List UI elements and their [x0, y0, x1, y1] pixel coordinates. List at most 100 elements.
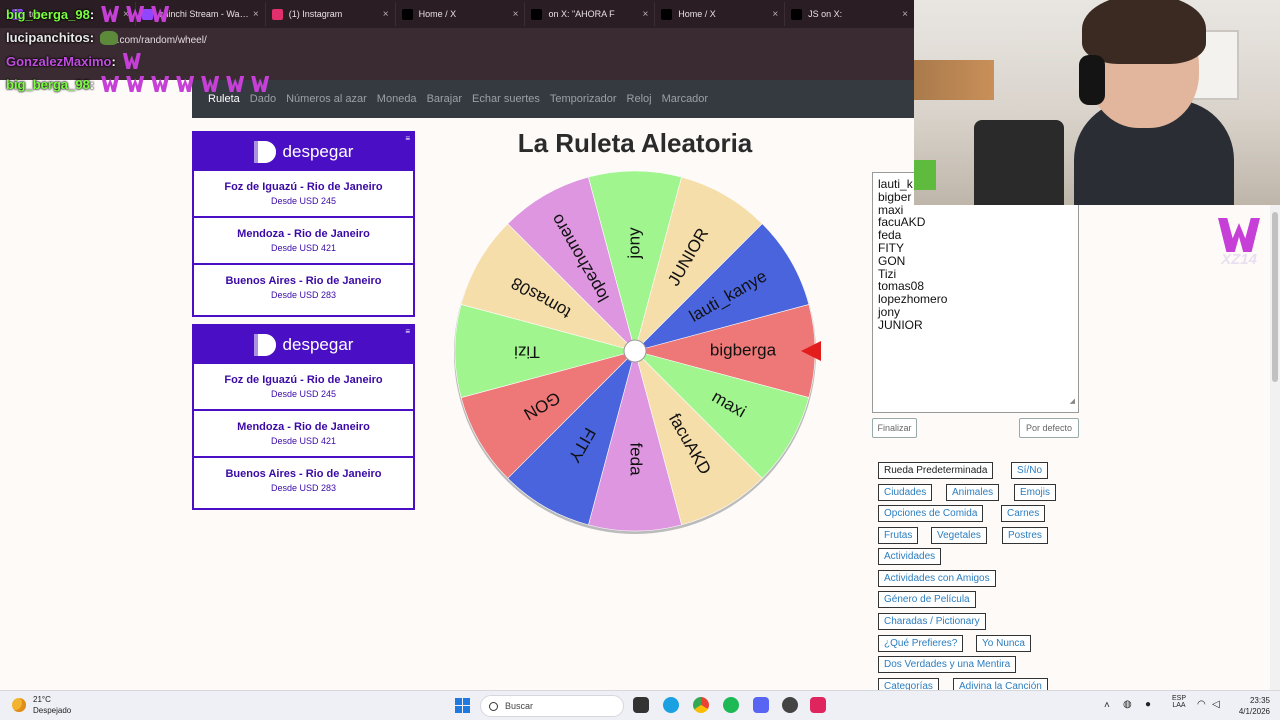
network-icon[interactable]: ◍	[1123, 699, 1132, 710]
ad-brand: despegar	[282, 142, 354, 161]
tab-close-icon[interactable]: ×	[642, 9, 648, 20]
clock-time: 23:35	[1249, 696, 1270, 705]
browser-tab[interactable]: Home / X ×	[396, 2, 526, 26]
wheel-segment-label: Tizi	[514, 343, 540, 362]
chat-separator: :	[89, 76, 95, 92]
preset-chip[interactable]: Actividades con Amigos	[878, 570, 996, 587]
browser-tab[interactable]: Home / X ×	[655, 2, 786, 26]
preset-chip[interactable]: Rueda Predeterminada	[878, 462, 994, 479]
preset-chip[interactable]: Opciones de Comida	[878, 505, 984, 522]
browser-tab[interactable]: JS on X: ×	[785, 2, 916, 26]
wifi-icon[interactable]: ◠	[1197, 699, 1206, 710]
default-button[interactable]: Por defecto	[1019, 418, 1079, 438]
preset-chip[interactable]: Frutas	[878, 527, 919, 544]
preset-chip[interactable]: Actividades	[878, 548, 942, 565]
weather-moon-icon[interactable]	[12, 698, 26, 712]
ad-route[interactable]: Buenos Aires - Rio de Janeiro Desde USD 2…	[194, 458, 413, 505]
w-emote-icon	[101, 6, 120, 22]
tab-favicon-icon	[271, 8, 283, 20]
preset-chip[interactable]: ¿Qué Prefieres?	[878, 635, 964, 652]
scrollbar-thumb[interactable]	[1272, 212, 1278, 382]
chrome-icon[interactable]	[693, 697, 709, 713]
browser-tab[interactable]: on X: "AHORA F ×	[525, 2, 656, 26]
preset-chip[interactable]: Charadas / Pictionary	[878, 613, 986, 630]
tab-close-icon[interactable]: ×	[253, 9, 259, 20]
nav-link[interactable]: Dado	[250, 93, 276, 105]
browser-tab[interactable]: (1) Instagram ×	[266, 2, 396, 26]
ad-route[interactable]: Foz de Iguazú - Rio de Janeiro Desde USD …	[194, 364, 413, 411]
preset-chip[interactable]: Postres	[1002, 527, 1048, 544]
preset-chip[interactable]: Carnes	[1001, 505, 1046, 522]
wheel-hub[interactable]	[623, 339, 647, 363]
keyboard-layout: LAA	[1172, 702, 1186, 709]
nav-link[interactable]: Echar suertes	[472, 93, 540, 105]
route-title: Foz de Iguazú - Rio de Janeiro	[224, 181, 383, 193]
tab-favicon-icon	[401, 8, 413, 20]
nav-link[interactable]: Ruleta	[208, 93, 240, 105]
spotify-icon[interactable]	[723, 697, 739, 713]
preset-chip[interactable]: Yo Nunca	[976, 635, 1031, 652]
ad-menu-icon[interactable]: ≡	[405, 134, 410, 143]
ad-menu-icon[interactable]: ≡	[405, 327, 410, 336]
language-code: ESP	[1171, 695, 1186, 702]
page-title: La Ruleta Aleatoria	[517, 128, 753, 158]
tab-favicon-icon	[791, 8, 803, 20]
spin-wheel[interactable]: bigbergamaxifacuAKDfedaFITYGONTizitomas0…	[452, 168, 822, 538]
ad-route[interactable]: Mendoza - Rio de Janeiro Desde USD 421	[194, 411, 413, 458]
chat-username: big_berga_98	[6, 6, 90, 22]
app-icon[interactable]	[782, 697, 798, 713]
weather-temperature[interactable]: 21°C	[33, 695, 51, 704]
preset-chip[interactable]: Dos Verdades y una Mentira	[878, 656, 1017, 673]
preset-chip[interactable]: Vegetales	[931, 527, 987, 544]
ad-route[interactable]: Foz de Iguazú - Rio de Janeiro Desde USD …	[194, 171, 413, 218]
edge-icon[interactable]	[663, 697, 679, 713]
chevron-up-icon[interactable]: ˄	[1104, 700, 1110, 711]
route-title: Buenos Aires - Rio de Janeiro	[225, 468, 382, 480]
weather-condition[interactable]: Despejado	[33, 706, 71, 715]
name-entry: lopezhomero	[878, 292, 948, 307]
volume-icon[interactable]: ◁	[1212, 699, 1220, 710]
nav-link[interactable]: Números al azar	[286, 93, 367, 105]
ad-banner-2[interactable]: despegar ≡ Foz de Iguazú - Rio de Janeiro D…	[192, 324, 415, 510]
finalize-button[interactable]: Finalizar	[872, 418, 917, 438]
nav-link[interactable]: Marcador	[662, 93, 708, 105]
preset-chip[interactable]: Ciudades	[878, 484, 933, 501]
w-emote-icon	[251, 76, 270, 92]
despegar-logo-icon	[253, 141, 276, 163]
preset-chip[interactable]: Sí/No	[1011, 462, 1049, 479]
clock-date: 4/1/2026	[1238, 707, 1270, 716]
nav-link[interactable]: Reloj	[627, 93, 652, 105]
chat-separator: :	[89, 6, 95, 22]
start-button[interactable]	[455, 698, 470, 713]
resize-handle-icon[interactable]: ◢	[1070, 396, 1075, 409]
taskbar-search[interactable]: Buscar	[480, 695, 624, 717]
tab-close-icon[interactable]: ×	[513, 9, 519, 20]
preset-chip[interactable]: Animales	[946, 484, 1000, 501]
preset-chip[interactable]: Emojis	[1014, 484, 1057, 501]
chat-username: GonzalezMaximo	[6, 53, 112, 69]
tab-close-icon[interactable]: ×	[902, 9, 908, 20]
nav-link[interactable]: Temporizador	[550, 93, 617, 105]
mic-icon[interactable]: ●	[1145, 699, 1151, 710]
language-indicator[interactable]: ESP LAA	[1168, 695, 1190, 709]
shelf	[914, 60, 994, 100]
route-price: Desde USD 283	[270, 290, 337, 300]
nav-link[interactable]: Barajar	[427, 93, 462, 105]
clock[interactable]: 23:35 4/1/2026	[1226, 695, 1270, 717]
tab-close-icon[interactable]: ×	[383, 9, 389, 20]
tiktok-icon[interactable]	[810, 697, 826, 713]
ad-route[interactable]: Mendoza - Rio de Janeiro Desde USD 421	[194, 218, 413, 265]
discord-icon[interactable]	[753, 697, 769, 713]
ad-header[interactable]: despegar ≡	[194, 326, 413, 364]
names-textarea[interactable]: lauti_k bigber maxi facuAKD feda FITY GON Tizi t…	[872, 172, 1079, 413]
w-emote-icon	[126, 6, 145, 22]
ad-banner-1[interactable]: despegar ≡ Foz de Iguazú - Rio de Janeiro D…	[192, 131, 415, 317]
tab-favicon-icon	[661, 8, 673, 20]
ad-header[interactable]: despegar ≡	[194, 133, 413, 171]
file-explorer-icon[interactable]	[633, 697, 649, 713]
tab-close-icon[interactable]: ×	[772, 9, 778, 20]
preset-chip[interactable]: Género de Película	[878, 591, 976, 608]
nav-link[interactable]: Moneda	[377, 93, 417, 105]
address-bar[interactable]: app.com/random/wheel/	[0, 28, 915, 54]
ad-route[interactable]: Buenos Aires - Rio de Janeiro Desde USD 2…	[194, 265, 413, 312]
